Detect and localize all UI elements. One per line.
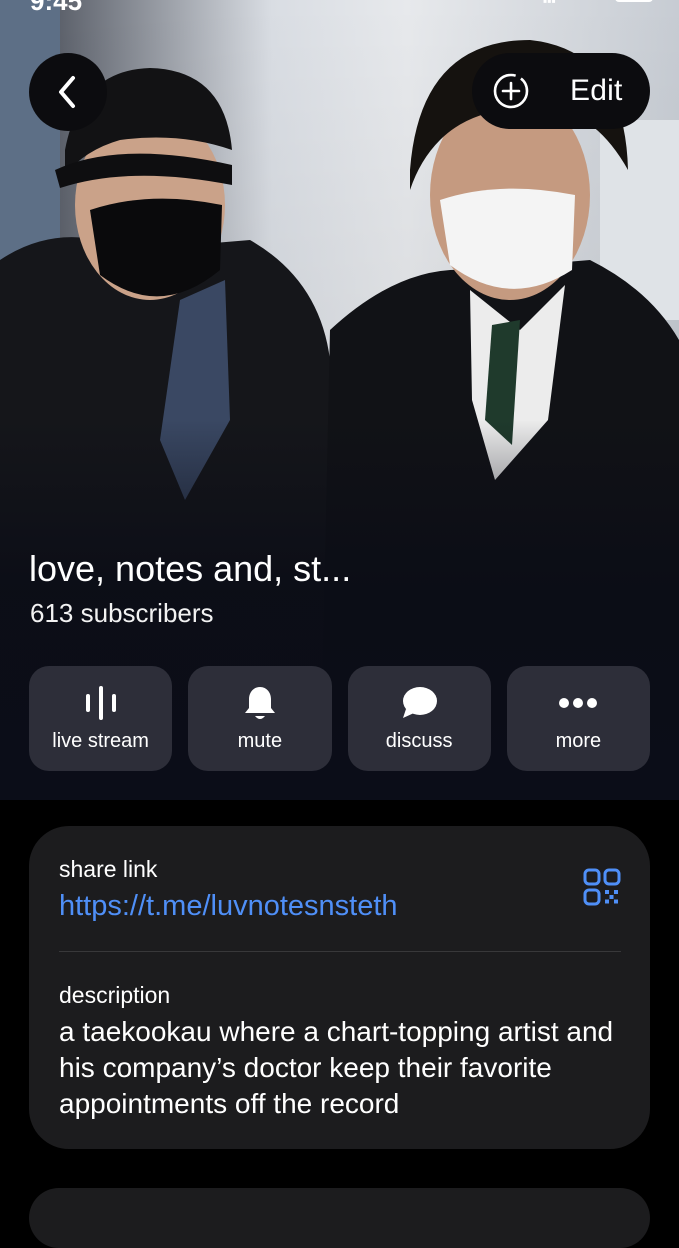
status-icons: ▪▪▪ (543, 0, 653, 8)
ellipsis-icon (559, 698, 598, 708)
channel-info-card: share link https://t.me/luvnotesnsteth d… (29, 826, 650, 1149)
mute-button[interactable]: mute (188, 666, 332, 771)
action-bar: live stream mute discuss more (29, 666, 650, 771)
bell-icon (244, 687, 275, 719)
chat-bubble-icon (403, 687, 438, 718)
channel-title: love, notes and, st... (29, 548, 352, 589)
mute-label: mute (237, 730, 283, 752)
live-stream-icon (85, 686, 116, 720)
status-bar: 9:45 ▪▪▪ (0, 0, 679, 16)
card-divider (59, 951, 621, 952)
back-button[interactable] (29, 53, 107, 131)
live-stream-button[interactable]: live stream (29, 666, 173, 771)
edit-button[interactable]: Edit (472, 53, 650, 129)
edit-label[interactable]: Edit (570, 74, 623, 108)
share-link-url[interactable]: https://t.me/luvnotesnsteth (59, 890, 398, 923)
qr-code-icon[interactable] (583, 868, 621, 906)
share-link-label: share link (59, 856, 158, 882)
discuss-button[interactable]: discuss (347, 666, 491, 771)
live-stream-label: live stream (52, 730, 149, 752)
chevron-left-icon (59, 76, 75, 108)
discuss-label: discuss (385, 730, 453, 752)
circle-plus-icon[interactable] (492, 72, 530, 110)
signal-icon: ▪▪▪ (543, 0, 556, 8)
battery-icon (615, 0, 653, 2)
subscriber-count: 613 subscribers (30, 598, 214, 628)
status-time: 9:45 (30, 0, 83, 16)
description-text: a taekookau where a chart-topping artist… (59, 1016, 614, 1119)
next-section-card (29, 1188, 650, 1248)
more-button[interactable]: more (506, 666, 650, 771)
description-label: description (59, 982, 171, 1008)
more-label: more (555, 730, 602, 752)
